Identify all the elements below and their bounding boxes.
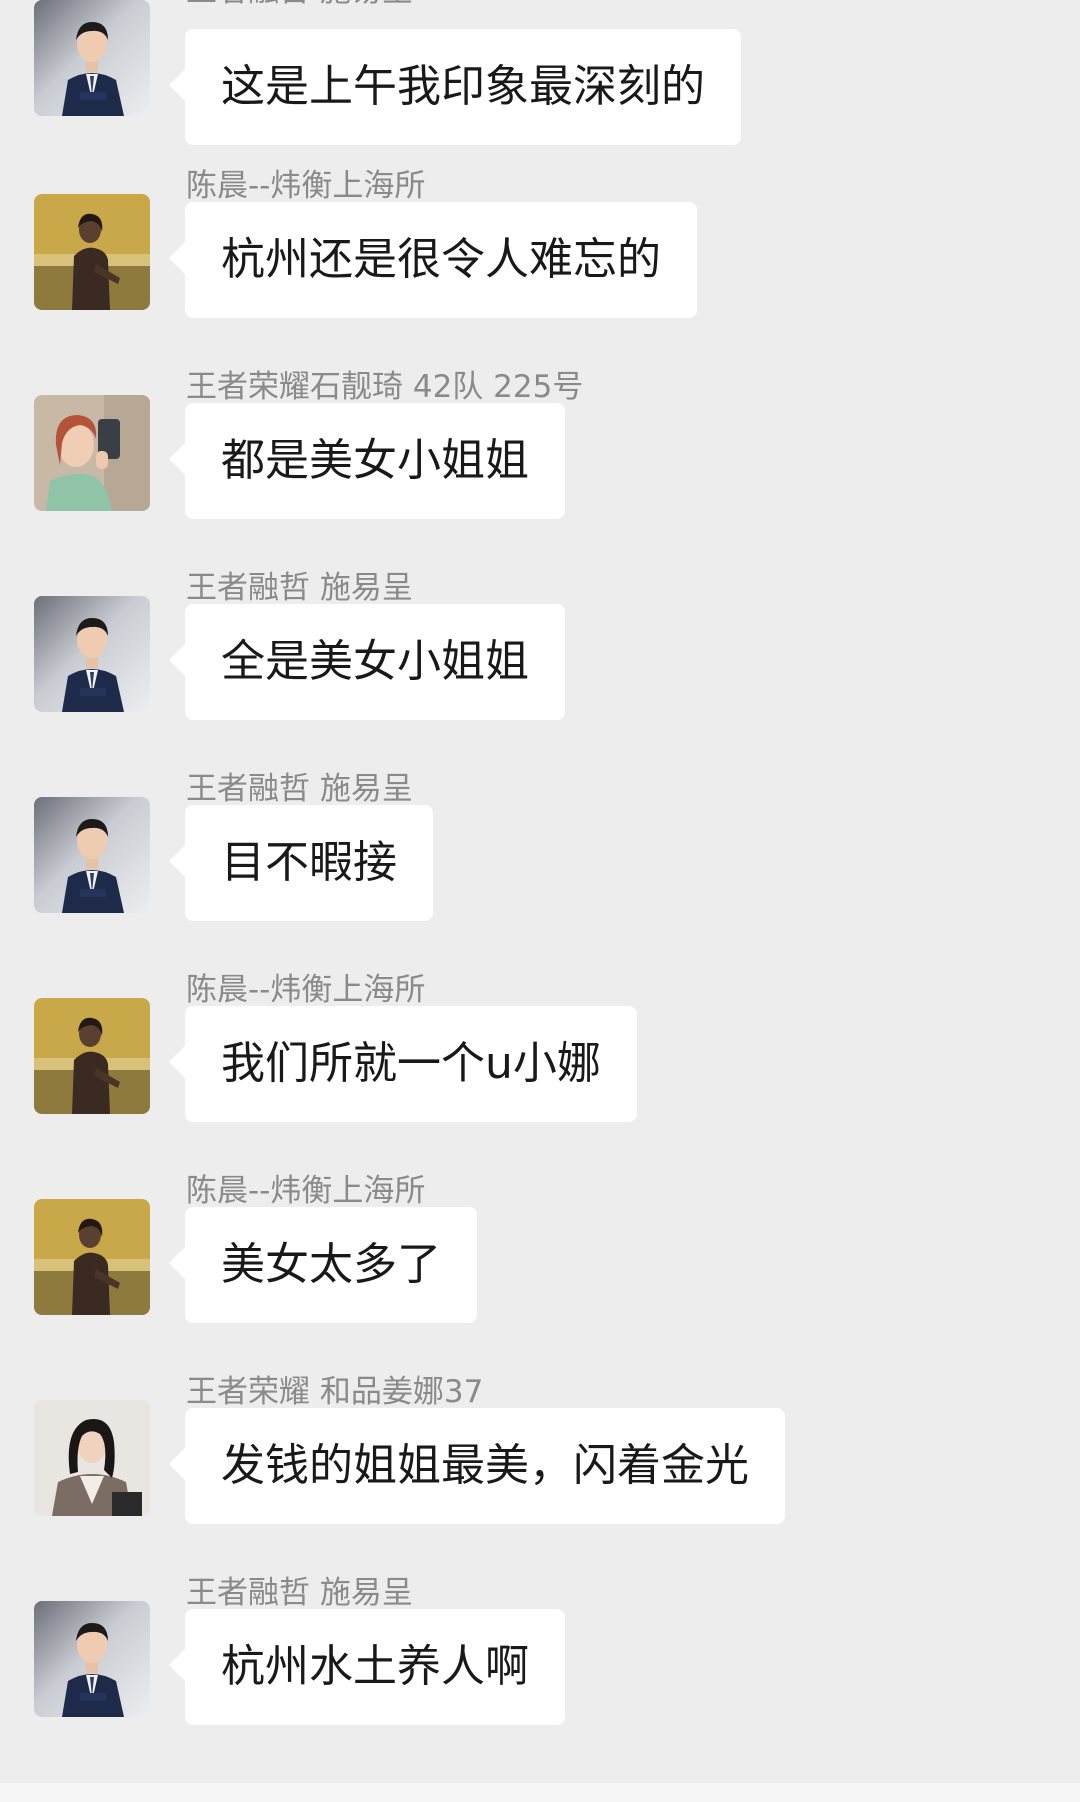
woman-portrait-avatar-icon	[34, 1400, 150, 1516]
message-bubble[interactable]: 目不暇接	[169, 805, 433, 921]
message-bubble[interactable]: 美女太多了	[169, 1207, 477, 1323]
message-bubble[interactable]: 这是上午我印象最深刻的	[169, 29, 741, 145]
man-in-suit-avatar-icon	[34, 0, 150, 116]
avatar-woman-selfie[interactable]	[34, 395, 150, 511]
sender-name: 王者融哲 施易呈	[186, 771, 413, 807]
sender-name: 王者融哲 施易呈	[186, 570, 413, 606]
avatar-man-suit[interactable]	[34, 0, 150, 116]
avatar-person-yellow-bg[interactable]	[34, 998, 150, 1114]
sender-name: 王者融哲 施易呈	[186, 0, 413, 11]
message-bubble[interactable]: 发钱的姐姐最美，闪着金光	[169, 1408, 785, 1524]
message-bubble[interactable]: 杭州还是很令人难忘的	[169, 202, 697, 318]
chat-message: 王者荣耀 和品姜娜37 发钱的姐姐最美，闪着金光	[0, 1374, 1080, 1579]
man-in-suit-avatar-icon	[34, 797, 150, 913]
avatar-person-yellow-bg[interactable]	[34, 1199, 150, 1315]
person-golden-background-avatar-icon	[34, 194, 150, 310]
man-in-suit-avatar-icon	[34, 1601, 150, 1717]
person-golden-background-avatar-icon	[34, 1199, 150, 1315]
sender-name: 陈晨--炜衡上海所	[186, 972, 426, 1008]
chat-message: 陈晨--炜衡上海所 美女太多了	[0, 1173, 1080, 1378]
sender-name: 王者荣耀 和品姜娜37	[186, 1374, 484, 1410]
message-bubble[interactable]: 都是美女小姐姐	[169, 403, 565, 519]
person-golden-background-avatar-icon	[34, 998, 150, 1114]
chat-message: 王者融哲 施易呈 目不暇接	[0, 771, 1080, 976]
chat-message: 王者融哲 施易呈 这是上午我印象最深刻的	[0, 0, 1080, 172]
sender-name: 陈晨--炜衡上海所	[186, 1173, 426, 1209]
message-bubble[interactable]: 杭州水土养人啊	[169, 1609, 565, 1725]
chat-message: 王者荣耀石靓琦 42队 225号 都是美女小姐姐	[0, 369, 1080, 574]
avatar-man-suit[interactable]	[34, 596, 150, 712]
chat-message: 陈晨--炜衡上海所 我们所就一个u小娜	[0, 972, 1080, 1177]
avatar-person-yellow-bg[interactable]	[34, 194, 150, 310]
avatar-man-suit[interactable]	[34, 1601, 150, 1717]
chat-message: 王者融哲 施易呈 杭州水土养人啊	[0, 1575, 1080, 1780]
input-bar-edge	[0, 1783, 1080, 1802]
sender-name: 陈晨--炜衡上海所	[186, 168, 426, 204]
woman-selfie-avatar-icon	[34, 395, 150, 511]
message-bubble[interactable]: 全是美女小姐姐	[169, 604, 565, 720]
chat-message: 王者融哲 施易呈 全是美女小姐姐	[0, 570, 1080, 775]
chat-message-list[interactable]: 王者融哲 施易呈 这是上午我印象最深刻的 陈晨--炜衡上海所 杭州还是很令人难忘…	[0, 0, 1080, 1802]
chat-message: 陈晨--炜衡上海所 杭州还是很令人难忘的	[0, 168, 1080, 373]
message-bubble[interactable]: 我们所就一个u小娜	[169, 1006, 637, 1122]
sender-name: 王者融哲 施易呈	[186, 1575, 413, 1611]
man-in-suit-avatar-icon	[34, 596, 150, 712]
avatar-man-suit[interactable]	[34, 797, 150, 913]
avatar-woman-portrait[interactable]	[34, 1400, 150, 1516]
sender-name: 王者荣耀石靓琦 42队 225号	[186, 369, 584, 405]
